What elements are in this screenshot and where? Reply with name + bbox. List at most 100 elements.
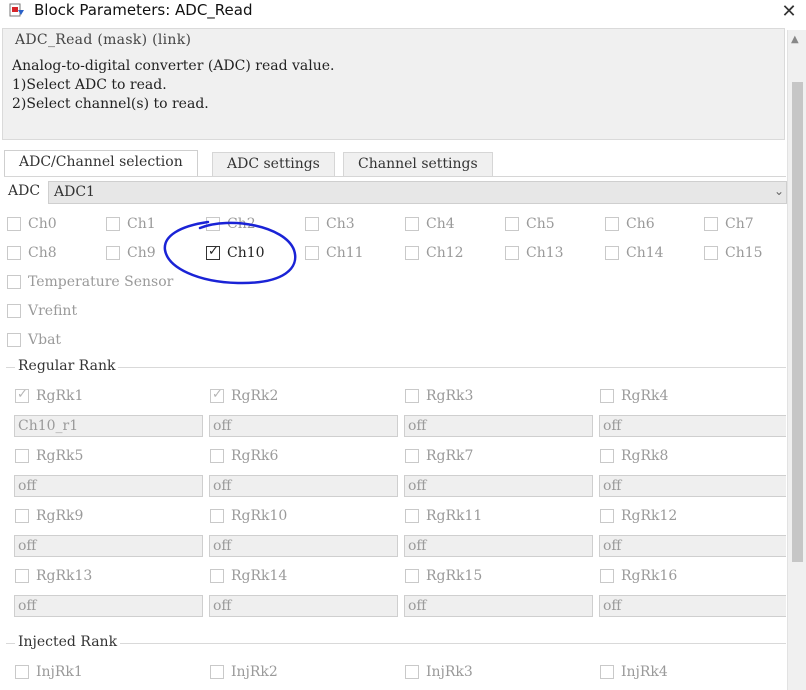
checkbox-temperature-sensor[interactable]: Temperature Sensor — [7, 273, 173, 291]
scrollbar-thumb[interactable] — [792, 82, 803, 562]
channel-label: Ch3 — [326, 216, 355, 232]
tab-adc-settings[interactable]: ADC settings — [212, 152, 335, 176]
injected-rank-title: Injected Rank — [15, 634, 121, 650]
rank-label: RgRk8 — [621, 448, 669, 464]
rank-label: RgRk15 — [426, 568, 483, 584]
checkbox-ch8[interactable]: Ch8 — [7, 244, 57, 262]
scroll-up-arrow-icon[interactable]: ▲ — [791, 34, 799, 45]
checkbox-ch13[interactable]: Ch13 — [505, 244, 564, 262]
checkbox-rgrk11[interactable]: RgRk11 — [405, 507, 482, 525]
checkbox-ch11[interactable]: Ch11 — [305, 244, 364, 262]
checkbox-ch15[interactable]: Ch15 — [704, 244, 763, 262]
checkbox-ch3[interactable]: Ch3 — [305, 215, 355, 233]
check-icon: ✓ — [208, 244, 219, 259]
rgrk15-value-field[interactable]: off — [404, 595, 593, 617]
rgrk11-value-field[interactable]: off — [404, 535, 593, 557]
checkbox-label: Vrefint — [28, 303, 78, 319]
checkbox-rgrk3[interactable]: RgRk3 — [405, 387, 473, 405]
checkbox-rgrk16[interactable]: RgRk16 — [600, 567, 677, 585]
description-line: 1)Select ADC to read. — [12, 77, 167, 93]
rgrk6-value-field[interactable]: off — [209, 475, 398, 497]
channel-label: Ch10 — [227, 245, 265, 261]
checkbox-rgrk7[interactable]: RgRk7 — [405, 447, 473, 465]
rank-label: RgRk1 — [36, 388, 84, 404]
window-title: Block Parameters: ADC_Read — [34, 1, 253, 19]
tab-channel-settings[interactable]: Channel settings — [343, 152, 493, 176]
rank-label: RgRk7 — [426, 448, 474, 464]
rank-label: RgRk14 — [231, 568, 288, 584]
checkbox-rgrk4[interactable]: RgRk4 — [600, 387, 668, 405]
rank-label: InjRk2 — [231, 664, 278, 680]
checkbox-rgrk2[interactable]: ✓ RgRk2 — [210, 387, 278, 405]
description-line: 2)Select channel(s) to read. — [12, 96, 209, 112]
checkbox-ch10[interactable]: ✓ Ch10 — [206, 244, 265, 262]
checkbox-ch14[interactable]: Ch14 — [605, 244, 664, 262]
rgrk5-value-field[interactable]: off — [14, 475, 203, 497]
rgrk3-value-field[interactable]: off — [404, 415, 593, 437]
title-bar: Block Parameters: ADC_Read ✕ — [0, 0, 806, 22]
check-icon: ✓ — [17, 387, 28, 402]
rgrk2-value-field[interactable]: off — [209, 415, 398, 437]
channel-label: Ch11 — [326, 245, 364, 261]
rgrk4-value-field[interactable]: off — [599, 415, 786, 437]
checkbox-ch0[interactable]: Ch0 — [7, 215, 57, 233]
adc-dropdown[interactable]: ADC1 ⌄ — [48, 181, 787, 204]
checkbox-injrk4[interactable]: InjRk4 — [600, 663, 668, 681]
injected-rank-divider — [6, 643, 786, 644]
checkbox-rgrk5[interactable]: RgRk5 — [15, 447, 83, 465]
checkbox-rgrk13[interactable]: RgRk13 — [15, 567, 92, 585]
checkbox-ch1[interactable]: Ch1 — [106, 215, 156, 233]
checkbox-rgrk8[interactable]: RgRk8 — [600, 447, 668, 465]
checkbox-ch9[interactable]: Ch9 — [106, 244, 156, 262]
channel-label: Ch13 — [526, 245, 564, 261]
rank-label: RgRk16 — [621, 568, 678, 584]
channel-label: Ch14 — [626, 245, 664, 261]
checkbox-ch6[interactable]: Ch6 — [605, 215, 655, 233]
rank-label: RgRk12 — [621, 508, 678, 524]
checkbox-vbat[interactable]: Vbat — [7, 331, 61, 349]
channel-label: Ch7 — [725, 216, 754, 232]
checkbox-vrefint[interactable]: Vrefint — [7, 302, 77, 320]
chevron-down-icon[interactable]: ⌄ — [774, 184, 784, 198]
rank-label: RgRk13 — [36, 568, 93, 584]
tab-adc-channel-selection[interactable]: ADC/Channel selection — [4, 150, 198, 177]
close-icon[interactable]: ✕ — [772, 0, 806, 22]
checkbox-rgrk10[interactable]: RgRk10 — [210, 507, 287, 525]
channel-label: Ch12 — [426, 245, 464, 261]
checkbox-ch7[interactable]: Ch7 — [704, 215, 754, 233]
description-line: Analog-to-digital converter (ADC) read v… — [12, 58, 335, 74]
rgrk7-value-field[interactable]: off — [404, 475, 593, 497]
checkbox-rgrk14[interactable]: RgRk14 — [210, 567, 287, 585]
checkbox-injrk1[interactable]: InjRk1 — [15, 663, 83, 681]
checkbox-ch2[interactable]: Ch2 — [206, 215, 256, 233]
rgrk1-value-field[interactable]: Ch10_r1 — [14, 415, 203, 437]
vertical-scrollbar[interactable]: ▲ — [787, 30, 806, 690]
checkbox-ch5[interactable]: Ch5 — [505, 215, 555, 233]
checkbox-ch4[interactable]: Ch4 — [405, 215, 455, 233]
rgrk10-value-field[interactable]: off — [209, 535, 398, 557]
checkbox-ch12[interactable]: Ch12 — [405, 244, 464, 262]
regular-rank-title: Regular Rank — [15, 358, 119, 374]
rgrk9-value-field[interactable]: off — [14, 535, 203, 557]
channel-label: Ch0 — [28, 216, 57, 232]
checkbox-injrk2[interactable]: InjRk2 — [210, 663, 278, 681]
channel-label: Ch4 — [426, 216, 455, 232]
checkbox-rgrk1[interactable]: ✓ RgRk1 — [15, 387, 83, 405]
rank-label: RgRk6 — [231, 448, 279, 464]
description-header: ADC_Read (mask) (link) — [15, 32, 192, 48]
channel-label: Ch8 — [28, 245, 57, 261]
rgrk14-value-field[interactable]: off — [209, 595, 398, 617]
rgrk13-value-field[interactable]: off — [14, 595, 203, 617]
checkbox-rgrk9[interactable]: RgRk9 — [15, 507, 83, 525]
rank-label: RgRk10 — [231, 508, 288, 524]
checkbox-rgrk15[interactable]: RgRk15 — [405, 567, 482, 585]
checkbox-label: Temperature Sensor — [28, 274, 174, 290]
rgrk8-value-field[interactable]: off — [599, 475, 786, 497]
adc-label: ADC — [8, 183, 41, 199]
description-panel: ADC_Read (mask) (link) Analog-to-digital… — [2, 28, 785, 140]
rgrk12-value-field[interactable]: off — [599, 535, 786, 557]
checkbox-injrk3[interactable]: InjRk3 — [405, 663, 473, 681]
rgrk16-value-field[interactable]: off — [599, 595, 786, 617]
checkbox-rgrk6[interactable]: RgRk6 — [210, 447, 278, 465]
checkbox-rgrk12[interactable]: RgRk12 — [600, 507, 677, 525]
